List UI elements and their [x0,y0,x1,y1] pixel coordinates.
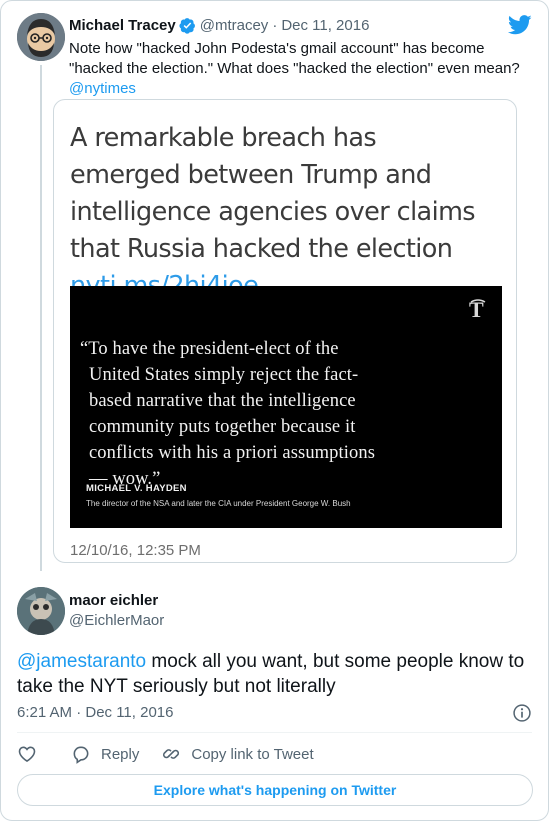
quote-author: MICHAEL V. HAYDEN [86,483,187,494]
quote-author-description: The director of the NSA and later the CI… [86,499,351,508]
parent-author-handle[interactable]: @mtracey [200,17,269,34]
copy-link-button[interactable]: Copy link to Tweet [161,744,314,764]
tweet-media-image[interactable]: A remarkable breach has emerged between … [53,99,517,563]
copy-link-label: Copy link to Tweet [191,745,314,763]
main-author-name[interactable]: maor eichler [69,592,158,609]
quote-line: conflicts with his a priori assumptions [89,443,375,463]
tweet-embed-card: Michael Tracey @mtracey · Dec 11, 2016 N… [0,0,549,821]
screenshot-date: 12/10/16, 12:35 PM [70,542,201,559]
screenshot-headline: A remarkable breach has emerged between … [70,120,490,305]
quote-card: T “To have the president-elect of the Un… [70,286,502,528]
divider [17,732,532,733]
parent-tweet-header: Michael Tracey @mtracey · Dec 11, 2016 [69,13,532,37]
reply-label: Reply [101,745,140,763]
quote-text: “To have the president-elect of the Unit… [80,336,440,492]
heart-icon [18,746,36,763]
nytimes-mention-link[interactable]: @nytimes [69,79,532,99]
reply-button[interactable]: Reply [71,744,139,764]
tweet-actions: Reply Copy link to Tweet [17,742,336,766]
explore-twitter-button[interactable]: Explore what's happening on Twitter [17,774,533,806]
main-author-handle[interactable]: @EichlerMaor [69,612,164,629]
info-icon[interactable] [512,703,532,723]
parent-tweet-date[interactable]: Dec 11, 2016 [281,17,369,34]
parent-tweet-body: Michael Tracey @mtracey · Dec 11, 2016 N… [69,13,532,99]
header-separator: · [272,16,278,34]
avatar-cartoon-icon[interactable] [17,13,65,61]
nyt-logo-icon: T [469,298,486,322]
quote-line: based narrative that the intelligence [89,391,356,411]
parent-author-name[interactable]: Michael Tracey [69,17,176,34]
like-button[interactable] [17,744,37,764]
thread-connector-line [40,65,42,571]
jamestaranto-mention-link[interactable]: @jamestaranto [17,651,146,672]
quote-line: community puts together because it [89,417,356,437]
twitter-bird-icon[interactable] [508,15,532,35]
tweet-timestamp[interactable]: 6:21 AM · Dec 11, 2016 [17,704,173,721]
parent-tweet-text-body: Note how "hacked John Podesta's gmail ac… [69,40,520,77]
verified-badge-icon [179,17,195,34]
screenshot-headline-text: A remarkable breach has emerged between … [70,123,476,264]
avatar-photo-icon[interactable] [17,587,65,635]
main-tweet-text: @jamestaranto mock all you want, but som… [17,649,537,699]
reply-bubble-icon [73,746,89,764]
quote-line: “To have the president-elect of the [80,339,339,359]
parent-tweet-text: Note how "hacked John Podesta's gmail ac… [69,39,532,99]
quote-line: United States simply reject the fact- [89,365,359,385]
link-icon [163,749,180,759]
